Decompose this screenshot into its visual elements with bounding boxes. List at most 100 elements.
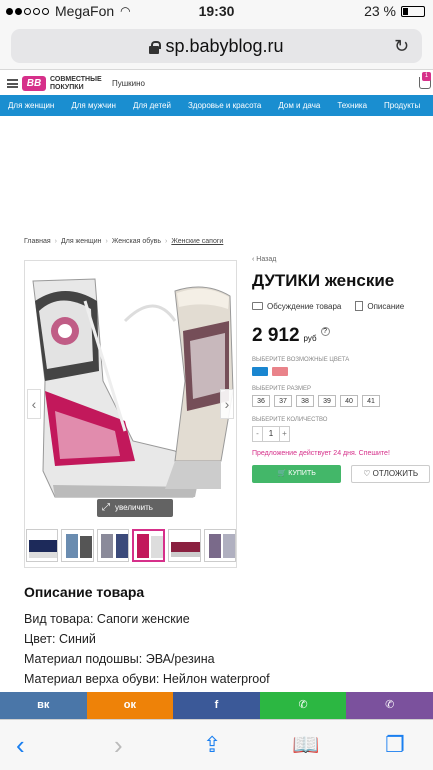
size-option[interactable]: 36 xyxy=(252,395,270,407)
battery-percent: 23 % xyxy=(364,3,396,19)
description-row: Цвет: Синий xyxy=(24,632,96,646)
status-bar: MegaFon ◠ 19:30 23 % xyxy=(0,0,433,22)
back-link[interactable]: ‹ Назад xyxy=(252,256,430,263)
nav-item-food[interactable]: Продукты xyxy=(384,101,420,110)
later-label: ОТЛОЖИТЬ xyxy=(372,469,419,478)
crumb-home[interactable]: Главная xyxy=(24,238,51,245)
brand-name: СОВМЕСТНЫЕ ПОКУПКИ xyxy=(50,76,102,91)
color-swatches xyxy=(252,367,430,376)
product-info: ‹ Назад ДУТИКИ женские Обсуждение товара… xyxy=(252,256,430,483)
tabs-icon[interactable]: ❐ xyxy=(385,732,405,758)
crumb-separator: › xyxy=(105,238,108,245)
description-heading: Описание товара xyxy=(24,584,145,600)
site-header: BB СОВМЕСТНЫЕ ПОКУПКИ Пушкино 1 xyxy=(0,71,433,95)
description-row: Материал подошвы: ЭВА/резина xyxy=(24,652,215,666)
document-icon xyxy=(355,301,364,311)
nav-item-health[interactable]: Здоровье и красота xyxy=(188,101,261,110)
qty-plus-button[interactable]: + xyxy=(279,426,290,442)
description-label: Описание xyxy=(367,302,405,311)
crumb-boots[interactable]: Женские сапоги xyxy=(171,238,223,245)
price-value: 2 912 xyxy=(252,325,300,346)
zoom-button[interactable]: увеличить xyxy=(97,499,173,517)
size-option[interactable]: 40 xyxy=(340,395,358,407)
description-row: Вид товара: Сапоги женские xyxy=(24,612,190,626)
address-display: sp.babyblog.ru xyxy=(11,36,422,57)
share-vk-button[interactable]: вк xyxy=(0,692,87,719)
product-title: ДУТИКИ женские xyxy=(252,271,395,290)
discuss-label: Обсуждение товара xyxy=(267,301,342,311)
reload-icon[interactable]: ↻ xyxy=(394,37,412,55)
promo-text: Предложение действует 24 дня. Спешите! xyxy=(252,450,390,457)
gallery-next-button[interactable]: › xyxy=(220,389,234,419)
buy-label: КУПИТЬ xyxy=(288,470,316,477)
qty-minus-button[interactable]: - xyxy=(252,426,263,442)
quantity-stepper: - 1 + xyxy=(252,426,430,442)
product-image[interactable] xyxy=(25,261,236,517)
browser-toolbar: ‹ › ⇪ 📖 ❐ xyxy=(0,719,433,770)
size-option[interactable]: 41 xyxy=(362,395,380,407)
nav-item-women[interactable]: Для женщин xyxy=(8,101,54,110)
nav-item-tech[interactable]: Техника xyxy=(337,101,367,110)
size-label: ВЫБЕРИТЕ РАЗМЕР xyxy=(252,386,312,392)
action-buttons: 🛒 КУПИТЬ ♡ ОТЛОЖИТЬ xyxy=(252,465,430,483)
address-bar[interactable]: sp.babyblog.ru ↻ xyxy=(11,29,422,63)
qty-label: ВЫБЕРИТЕ КОЛИЧЕСТВО xyxy=(252,417,328,423)
description-link[interactable]: Описание xyxy=(355,301,404,311)
price-help-icon[interactable]: ? xyxy=(320,327,330,336)
city-selector[interactable]: Пушкино xyxy=(112,79,145,88)
color-swatch-blue[interactable] xyxy=(252,367,268,376)
crumb-shoes[interactable]: Женская обувь xyxy=(112,238,161,245)
category-nav: Для женщин Для мужчин Для детей Здоровье… xyxy=(0,95,433,116)
description-row: Материал верха обуви: Нейлон waterproof xyxy=(24,672,270,686)
breadcrumb: Главная › Для женщин › Женская обувь › Ж… xyxy=(24,238,223,245)
thumbnail[interactable] xyxy=(203,529,236,562)
share-viber-button[interactable]: ✆ xyxy=(346,692,433,719)
share-whatsapp-button[interactable]: ✆ xyxy=(259,692,347,719)
nav-item-home[interactable]: Дом и дача xyxy=(278,101,320,110)
size-option[interactable]: 37 xyxy=(274,395,292,407)
nav-item-kids[interactable]: Для детей xyxy=(133,101,171,110)
cart-badge: 1 xyxy=(422,72,431,81)
thumbnail[interactable] xyxy=(96,529,130,562)
url-text: sp.babyblog.ru xyxy=(165,36,284,56)
crumb-separator: › xyxy=(54,238,57,245)
back-label: Назад xyxy=(256,256,277,263)
battery-icon xyxy=(401,5,425,17)
size-option[interactable]: 38 xyxy=(296,395,314,407)
colors-label: ВЫБЕРИТЕ ВОЗМОЖНЫЕ ЦВЕТА xyxy=(252,357,350,363)
crumb-women[interactable]: Для женщин xyxy=(61,238,102,245)
save-for-later-button[interactable]: ♡ ОТЛОЖИТЬ xyxy=(351,465,430,483)
thumbnail[interactable] xyxy=(61,529,94,562)
crumb-separator: › xyxy=(165,238,168,245)
size-option[interactable]: 39 xyxy=(318,395,336,407)
discuss-link[interactable]: Обсуждение товара xyxy=(252,301,342,311)
bookmarks-icon[interactable]: 📖 xyxy=(292,732,319,758)
browser-address-area: sp.babyblog.ru ↻ xyxy=(0,22,433,70)
lock-icon xyxy=(149,41,162,54)
battery-group: 23 % xyxy=(364,3,425,19)
thumbnail[interactable] xyxy=(26,529,59,562)
product-description: Описание товара Вид товара: Сапоги женск… xyxy=(24,584,424,692)
thumbnail[interactable] xyxy=(168,529,201,562)
share-facebook-button[interactable]: f xyxy=(173,692,260,719)
menu-icon[interactable] xyxy=(7,79,18,88)
product-gallery: ‹ › увеличить xyxy=(24,260,237,568)
share-ok-button[interactable]: ок xyxy=(86,692,174,719)
thumbnail-strip xyxy=(26,529,236,563)
share-bar: вк ок f ✆ ✆ xyxy=(0,692,433,719)
product-links: Обсуждение товара Описание xyxy=(252,301,430,311)
site-logo[interactable]: BB xyxy=(22,76,46,91)
nav-item-men[interactable]: Для мужчин xyxy=(71,101,116,110)
size-options: 36 37 38 39 40 41 xyxy=(252,395,430,407)
chat-icon xyxy=(252,301,263,310)
qty-input[interactable]: 1 xyxy=(263,426,279,442)
price-currency: руб xyxy=(303,334,317,343)
back-arrow-icon[interactable]: ‹ xyxy=(16,732,25,758)
thumbnail-active[interactable] xyxy=(132,529,166,562)
color-swatch-pink[interactable] xyxy=(272,367,288,376)
forward-arrow-icon[interactable]: › xyxy=(114,732,123,758)
buy-button[interactable]: 🛒 КУПИТЬ xyxy=(252,465,342,483)
price: 2 912 руб ? xyxy=(252,325,430,347)
share-icon[interactable]: ⇪ xyxy=(203,732,221,758)
gallery-prev-button[interactable]: ‹ xyxy=(27,389,41,419)
